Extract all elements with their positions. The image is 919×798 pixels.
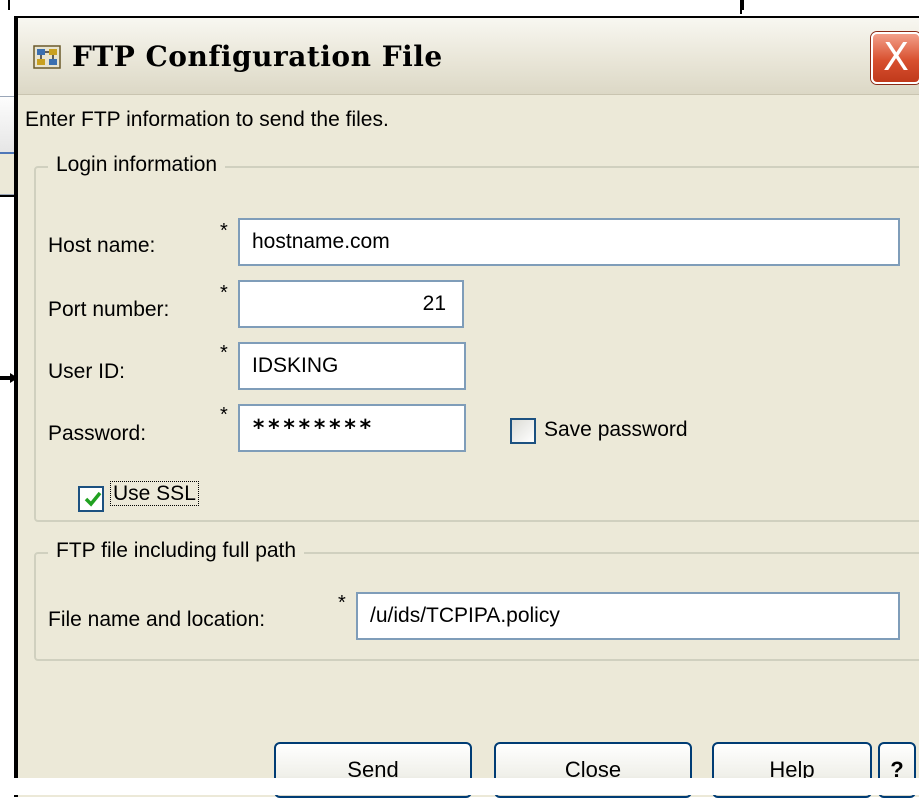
close-icon[interactable]: X	[871, 32, 919, 84]
save-password-label[interactable]: Save password	[544, 418, 688, 442]
save-password-checkbox[interactable]	[510, 418, 536, 444]
port-required-marker: *	[220, 282, 228, 304]
instruction-text: Enter FTP information to send the files.	[25, 108, 389, 131]
login-information-legend: Login information	[48, 153, 226, 177]
login-information-group: Login information Host name: * hostname.…	[34, 153, 919, 522]
host-required-marker: *	[220, 220, 228, 242]
user-id-input[interactable]: IDSKING	[238, 342, 466, 390]
password-input[interactable]: ********	[238, 404, 466, 452]
host-name-label: Host name:	[48, 234, 156, 257]
screenshot-bottom-edge	[0, 778, 919, 795]
title-bar[interactable]: FTP Configuration File X	[18, 18, 919, 95]
checkmark-icon	[84, 491, 102, 507]
file-name-location-input[interactable]: /u/ids/TCPIPA.policy	[356, 592, 900, 640]
use-ssl-text: Use SSL	[110, 481, 199, 506]
ftp-config-icon	[33, 45, 61, 69]
password-label: Password:	[48, 422, 147, 445]
use-ssl-label[interactable]: Use SSL	[110, 481, 199, 506]
host-name-input[interactable]: hostname.com	[238, 218, 900, 266]
password-required-marker: *	[220, 404, 228, 426]
background-window-edge	[740, 0, 742, 14]
ftp-configuration-dialog: FTP Configuration File X Enter FTP infor…	[14, 16, 919, 798]
dialog-title: FTP Configuration File	[72, 40, 443, 73]
ftp-file-group: FTP file including full path File name a…	[34, 539, 919, 661]
use-ssl-checkbox[interactable]	[78, 486, 104, 512]
file-name-location-label: File name and location:	[48, 608, 266, 631]
user-id-required-marker: *	[220, 342, 228, 364]
port-number-label: Port number:	[48, 298, 170, 321]
port-number-input[interactable]: 21	[238, 280, 464, 328]
file-required-marker: *	[338, 592, 346, 614]
user-id-label: User ID:	[48, 360, 126, 383]
ftp-file-legend: FTP file including full path	[48, 539, 305, 563]
background-window-frame	[8, 0, 744, 10]
